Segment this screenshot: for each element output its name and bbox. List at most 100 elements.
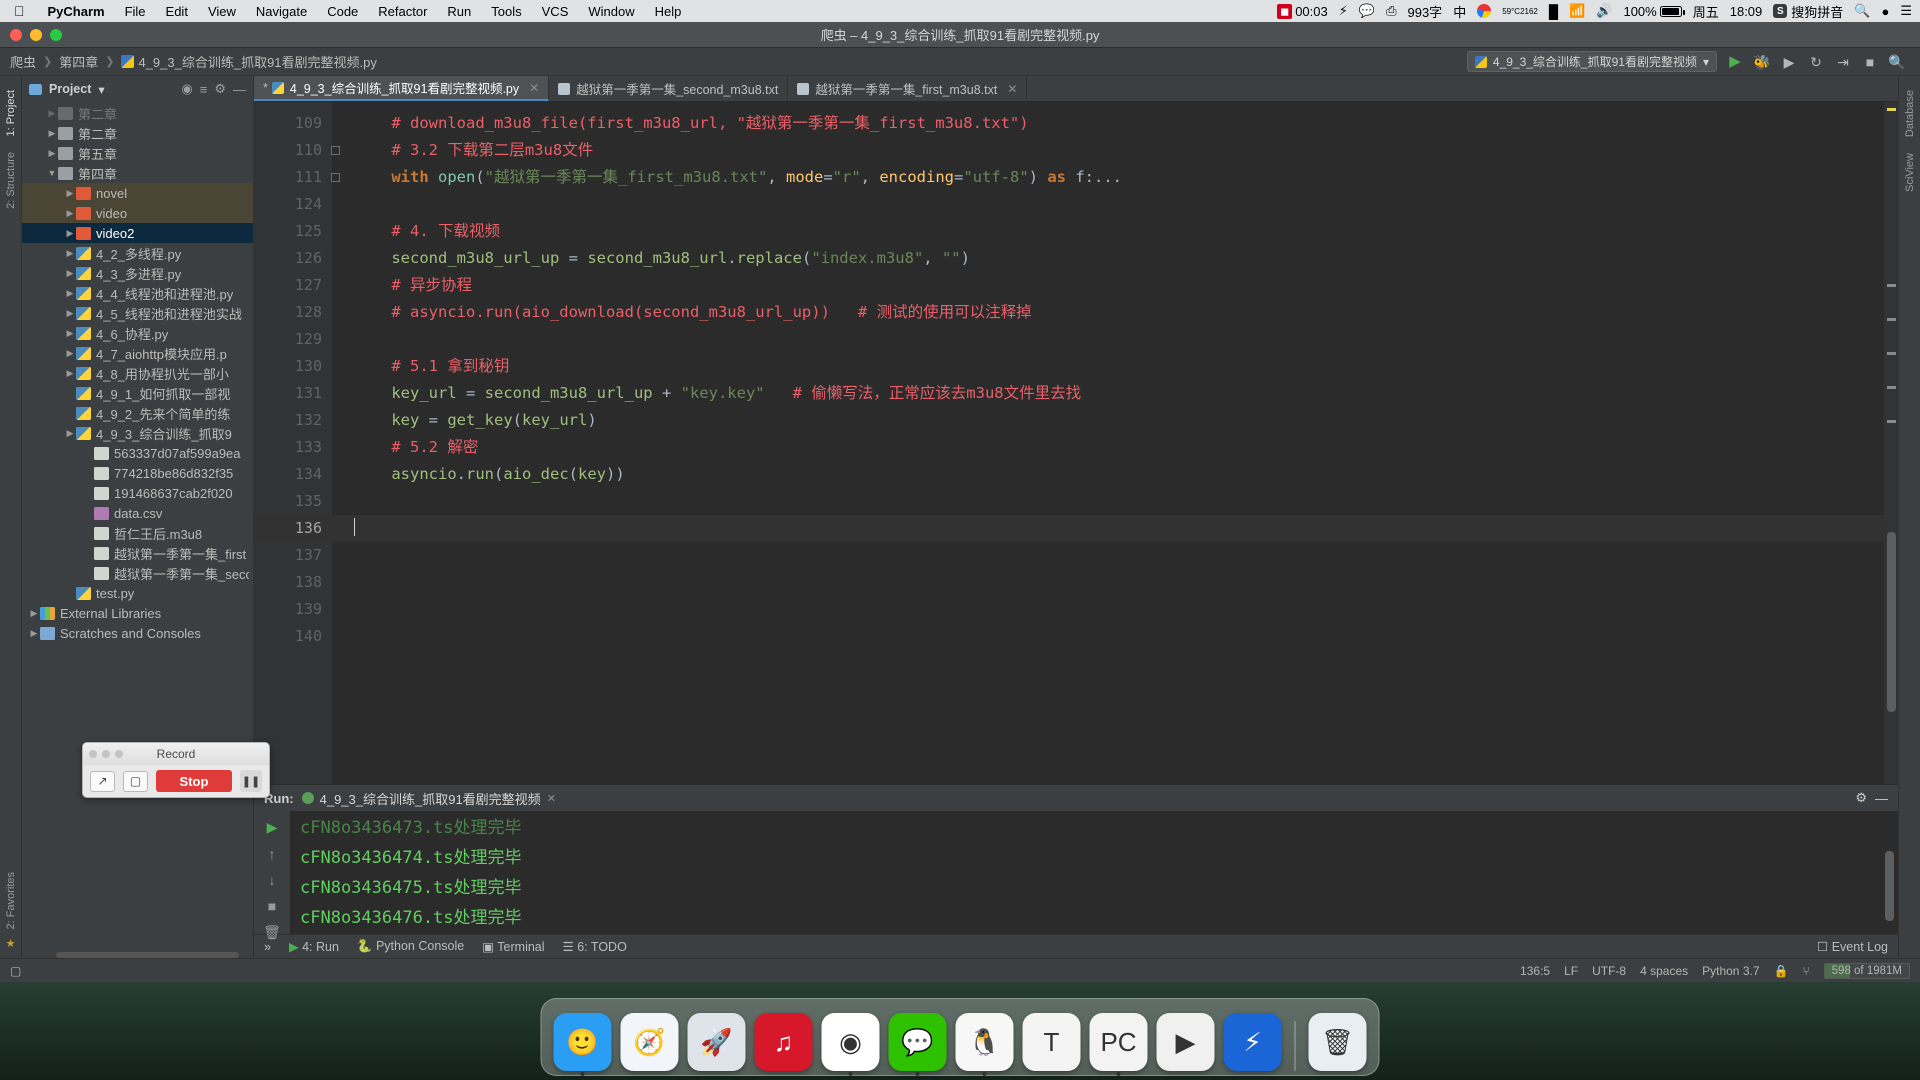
project-file-tree[interactable]: ▶ 第二章 ▶ 第二章 ▶ 第五章 ▼ 第四章 ▶ novel ▶ video ▶ video2 ▶ 4_2_… <box>22 102 253 952</box>
tool-tab-favorites[interactable]: 2: Favorites <box>5 864 17 937</box>
marker-warning[interactable] <box>1887 108 1896 111</box>
minimize-window-button[interactable] <box>30 29 42 41</box>
gear-icon[interactable]: ⚙ <box>1855 790 1867 806</box>
line-number[interactable]: 135 <box>254 488 332 515</box>
code-line[interactable] <box>332 488 1884 515</box>
editor-tab[interactable]: * 4_9_3_综合训练_抓取91看剧完整视频.py ✕ <box>254 76 550 101</box>
dock-icon-wechat[interactable]: 💬 <box>888 1013 947 1076</box>
hide-panel-icon[interactable]: — <box>1875 791 1888 806</box>
tree-row[interactable]: data.csv <box>22 503 253 523</box>
trash-icon[interactable]: 🗑 <box>263 924 281 941</box>
chevron-right-icon[interactable]: ▶ <box>64 208 76 219</box>
code-line[interactable]: # asyncio.run(aio_download(second_m3u8_u… <box>332 299 1884 326</box>
line-number[interactable]: 133 <box>254 434 332 461</box>
line-number[interactable]: 127 <box>254 272 332 299</box>
dock-icon-trash[interactable]: 🗑 <box>1308 1013 1367 1071</box>
tree-row[interactable]: 4_9_2_先来个简单的练 <box>22 403 253 423</box>
update-project-button[interactable]: ⇥ <box>1834 55 1852 69</box>
code-line[interactable]: key = get_key(key_url) <box>332 407 1884 434</box>
chevron-right-icon[interactable]: ▶ <box>64 228 76 239</box>
editor-marker-bar[interactable] <box>1884 102 1898 784</box>
menu-refactor[interactable]: Refactor <box>368 4 437 19</box>
tree-row[interactable]: ▶ Scratches and Consoles <box>22 623 253 643</box>
dock-icon-qq[interactable]: 🐧 <box>955 1013 1014 1076</box>
favorites-star-icon[interactable]: ★ <box>6 937 16 958</box>
tree-row[interactable]: ▶ 4_7_aiohttp模块应用.p <box>22 343 253 363</box>
chevron-right-icon[interactable]: ▶ <box>64 428 76 439</box>
rerun-icon[interactable]: ▶ <box>267 819 278 836</box>
dock-icon-thunder[interactable]: ⚡ <box>1223 1013 1282 1071</box>
code-line[interactable]: # 5.1 拿到秘钥 <box>332 353 1884 380</box>
chevron-right-icon[interactable]: ▶ <box>46 148 58 159</box>
tree-row[interactable]: 563337d07af599a9ea <box>22 443 253 463</box>
tool-tab-structure[interactable]: 2: Structure <box>5 144 17 217</box>
run-button[interactable]: ▶ <box>1726 54 1744 69</box>
recorder-stop-button[interactable]: Stop <box>156 770 232 792</box>
line-separator[interactable]: LF <box>1564 964 1578 978</box>
code-line[interactable]: # 5.2 解密 <box>332 434 1884 461</box>
branch-icon[interactable]: ⑂ <box>1802 964 1809 978</box>
run-configuration-selector[interactable]: 4_9_3_综合训练_抓取91看剧完整视频 ▾ <box>1466 51 1717 72</box>
line-number[interactable]: 125 <box>254 218 332 245</box>
dock-icon-finder[interactable]: 🙂 <box>553 1013 612 1076</box>
scroll-up-icon[interactable]: ↑ <box>269 846 276 862</box>
tree-row[interactable]: ▶ 4_6_协程.py <box>22 323 253 343</box>
menu-code[interactable]: Code <box>317 4 368 19</box>
hide-panel-icon[interactable]: — <box>233 82 246 97</box>
tree-row[interactable]: ▶ 4_9_3_综合训练_抓取9 <box>22 423 253 443</box>
chevron-right-icon[interactable]: ▶ <box>64 328 76 339</box>
code-line[interactable] <box>332 623 1884 650</box>
debug-button[interactable]: 🐝 <box>1753 55 1771 69</box>
bottom-tab-terminal[interactable]: ▣ Terminal <box>482 939 544 954</box>
line-number[interactable]: 136 <box>254 515 332 542</box>
code-content[interactable]: # download_m3u8_file(first_m3u8_url, "越狱… <box>332 102 1884 784</box>
tree-row[interactable]: ▶ novel <box>22 183 253 203</box>
marker-change-5[interactable] <box>1887 420 1896 423</box>
menu-navigate[interactable]: Navigate <box>246 4 317 19</box>
tree-row[interactable]: ▶ 4_5_线程池和进程池实战 <box>22 303 253 323</box>
menu-file[interactable]: File <box>115 4 156 19</box>
console-output[interactable]: cFN8o3436473.ts处理完毕 cFN8o3436474.ts处理完毕 cF… <box>290 811 1898 934</box>
line-number[interactable]: 110 <box>254 137 340 164</box>
code-line[interactable]: with open("越狱第一季第一集_first_m3u8.txt", mod… <box>332 164 1884 191</box>
code-line[interactable] <box>332 191 1884 218</box>
code-line[interactable] <box>332 596 1884 623</box>
dock-icon-launchpad[interactable]: 🚀 <box>687 1013 746 1071</box>
caret-position[interactable]: 136:5 <box>1520 964 1550 978</box>
chevron-right-icon[interactable]: ▶ <box>64 368 76 379</box>
apple-menu-icon[interactable]:  <box>0 4 38 18</box>
code-line[interactable] <box>332 515 1884 542</box>
chevron-right-icon[interactable]: ▶ <box>64 308 76 319</box>
run-coverage-button[interactable]: ▶ <box>1780 55 1798 69</box>
line-number[interactable]: 132 <box>254 407 332 434</box>
line-number[interactable]: 129 <box>254 326 332 353</box>
tree-row[interactable]: ▶ 4_2_多线程.py <box>22 243 253 263</box>
menu-run[interactable]: Run <box>437 4 481 19</box>
tree-row[interactable]: 774218be86d832f35 <box>22 463 253 483</box>
chevron-right-icon[interactable]: ▶ <box>28 608 40 619</box>
menu-help[interactable]: Help <box>645 4 692 19</box>
battery-icon[interactable] <box>1659 5 1685 17</box>
chevron-right-icon[interactable]: ▶ <box>64 268 76 279</box>
code-line[interactable]: # 4. 下载视频 <box>332 218 1884 245</box>
code-line[interactable] <box>332 326 1884 353</box>
search-everywhere-icon[interactable]: 🔍 <box>1888 55 1906 69</box>
wifi-icon[interactable]: 📶 <box>1569 3 1585 19</box>
code-line[interactable]: # download_m3u8_file(first_m3u8_url, "越狱… <box>332 110 1884 137</box>
console-scrollbar[interactable] <box>1885 851 1894 921</box>
wechat-menubar-icon[interactable]: 💬 <box>1359 3 1375 19</box>
line-number[interactable]: 137 <box>254 542 332 569</box>
dock-icon-typora[interactable]: T <box>1022 1013 1081 1071</box>
bottom-tab-todo[interactable]: ☰ 6: TODO <box>563 939 627 954</box>
ime-indicator[interactable]: 中 <box>1453 2 1466 21</box>
code-line[interactable]: asyncio.run(aio_dec(key)) <box>332 461 1884 488</box>
line-number[interactable]: 139 <box>254 596 332 623</box>
tree-row[interactable]: 哲仁王后.m3u8 <box>22 523 253 543</box>
line-number[interactable]: 109 <box>254 110 332 137</box>
tree-row[interactable]: ▶ 4_3_多进程.py <box>22 263 253 283</box>
menu-view[interactable]: View <box>198 4 246 19</box>
line-number[interactable]: 111 <box>254 164 340 191</box>
recorder-pause-button[interactable]: ❚❚ <box>240 770 262 792</box>
tree-row[interactable]: ▼ 第四章 <box>22 163 253 183</box>
screen-recorder-status[interactable]: ◼ 00:03 <box>1277 3 1328 19</box>
